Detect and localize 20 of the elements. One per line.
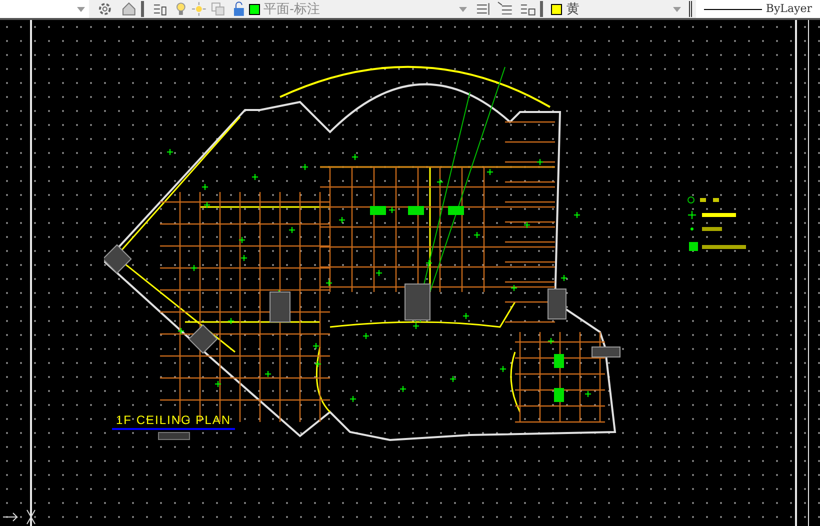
drawing-title: 1F CEILING PLAN xyxy=(112,413,236,430)
lock-icon[interactable] xyxy=(232,1,245,17)
bulb-icon[interactable] xyxy=(175,1,188,17)
layer-stack-icon[interactable] xyxy=(211,2,225,16)
layers-arrow-icon[interactable] xyxy=(496,1,515,17)
color-name: 黄 xyxy=(566,0,580,18)
layer-name: 平面-标注 xyxy=(264,0,320,18)
dropdown-caret-icon[interactable] xyxy=(672,6,681,12)
house-icon[interactable] xyxy=(120,1,137,17)
gear-icon[interactable] xyxy=(96,1,113,17)
linetype-preview-line xyxy=(704,8,762,10)
linetype-combo-box[interactable]: ByLayer xyxy=(696,0,820,18)
linetype-name: ByLayer xyxy=(766,0,812,17)
scale-label-block xyxy=(158,432,190,440)
layer-color-swatch xyxy=(248,4,260,14)
sun-icon[interactable] xyxy=(191,1,208,17)
color-combo-box[interactable]: 黄 xyxy=(551,0,685,18)
color-swatch xyxy=(551,4,562,14)
dropdown-caret-icon[interactable] xyxy=(76,6,85,12)
dropdown-caret-icon[interactable] xyxy=(459,6,468,12)
